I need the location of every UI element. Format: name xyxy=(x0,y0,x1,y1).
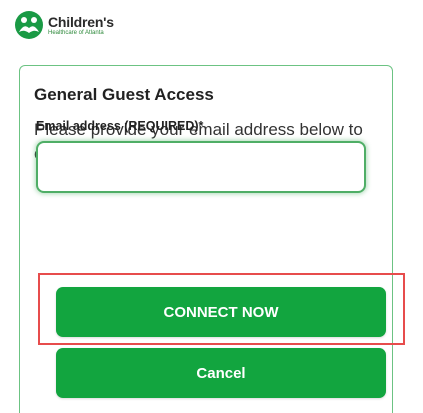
connect-now-button[interactable]: CONNECT NOW xyxy=(56,287,386,337)
card-title: General Guest Access xyxy=(34,85,214,104)
childrens-logo-icon xyxy=(15,11,43,39)
email-field-label: Email address (REQUIRED)* xyxy=(36,119,204,133)
email-field[interactable] xyxy=(36,141,366,193)
cancel-button[interactable]: Cancel xyxy=(56,348,386,398)
brand-subtitle: Healthcare of Atlanta xyxy=(48,29,104,36)
brand-name: Children's xyxy=(48,13,114,30)
brand-logo: Children's Healthcare of Atlanta xyxy=(14,10,114,40)
brand-text: Children's Healthcare of Atlanta xyxy=(48,15,114,36)
guest-access-page: Children's Healthcare of Atlanta General… xyxy=(0,0,423,413)
